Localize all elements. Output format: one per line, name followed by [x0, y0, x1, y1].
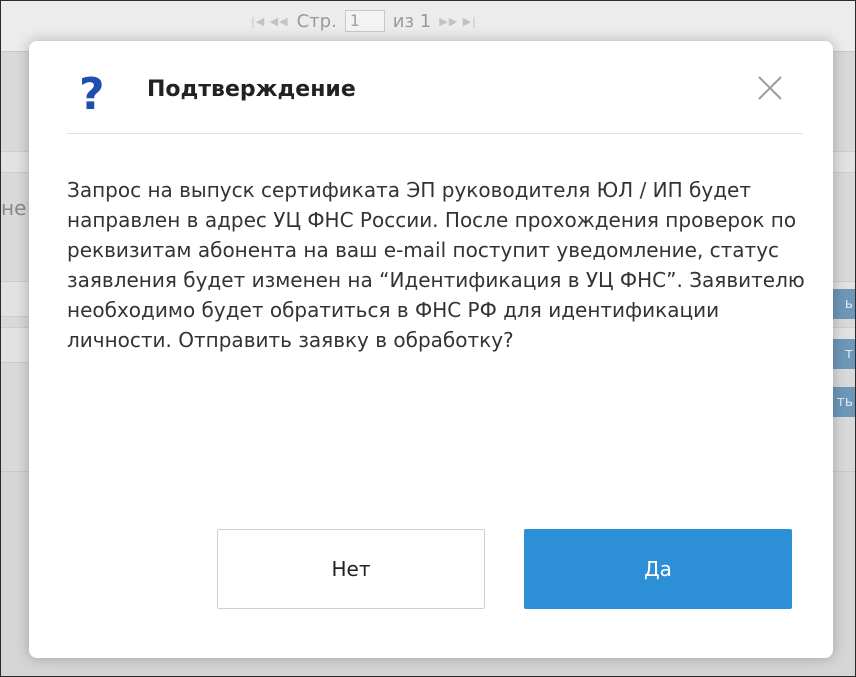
close-icon[interactable] — [753, 71, 787, 105]
background-text-fragment: не — [1, 196, 27, 220]
pager-page-input[interactable]: 1 — [344, 10, 385, 32]
dialog-title: Подтверждение — [147, 77, 356, 102]
pager-first-prev-icon[interactable]: |◀ ◀◀ — [251, 15, 289, 28]
confirmation-dialog: ? Подтверждение Запрос на выпуск сертифи… — [29, 41, 833, 658]
pager-prefix: Стр. — [296, 10, 337, 32]
no-button[interactable]: Нет — [217, 529, 485, 609]
yes-button[interactable]: Да — [524, 529, 792, 609]
dialog-message: Запрос на выпуск сертификата ЭП руководи… — [67, 178, 805, 352]
question-icon: ? — [79, 69, 105, 120]
pager-of-label: из 1 — [392, 10, 432, 32]
dialog-header: ? Подтверждение — [67, 63, 803, 134]
pager-next-last-icon[interactable]: ▶▶ ▶| — [439, 15, 477, 28]
screen: |◀ ◀◀ Стр. 1 из 1 ▶▶ ▶| не ь т ть ? Подт… — [0, 0, 856, 677]
pager: |◀ ◀◀ Стр. 1 из 1 ▶▶ ▶| — [251, 9, 477, 33]
